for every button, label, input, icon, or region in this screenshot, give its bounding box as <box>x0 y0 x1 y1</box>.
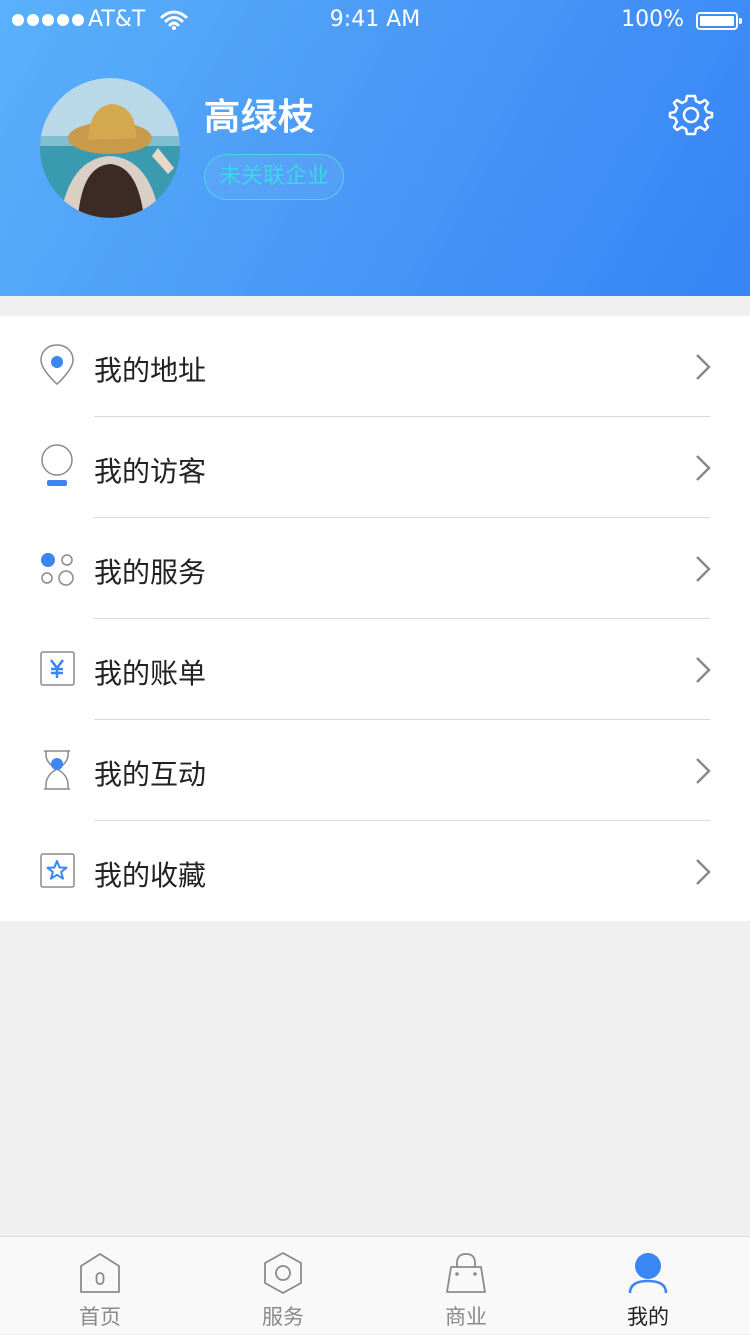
shopping-bag-icon <box>446 1253 486 1293</box>
menu-item-service[interactable]: 我的服务 <box>0 518 750 619</box>
tab-home[interactable]: 首页 <box>38 1237 158 1335</box>
user-icon <box>628 1253 668 1294</box>
menu-item-label: 我的地址 <box>94 354 207 387</box>
menu-item-label: 我的收藏 <box>94 859 207 892</box>
menu-item-label: 我的互动 <box>94 758 207 791</box>
battery-icon <box>696 12 742 30</box>
service-dots-icon <box>41 553 74 586</box>
menu-list: 我的地址 我的访客 我的服务 我的账单 我的互动 我的收藏 <box>0 316 750 921</box>
menu-item-interaction[interactable]: 我的互动 <box>0 720 750 821</box>
chevron-right-icon <box>696 354 711 380</box>
chevron-right-icon <box>696 455 711 481</box>
menu-item-address[interactable]: 我的地址 <box>0 316 750 417</box>
hexagon-icon <box>264 1252 302 1294</box>
status-bar: AT&T 9:41 AM 100% <box>0 0 750 40</box>
menu-item-label: 我的服务 <box>94 556 207 589</box>
location-pin-icon <box>40 344 74 385</box>
yen-bill-icon <box>40 651 75 686</box>
tab-business[interactable]: 商业 <box>404 1237 524 1335</box>
menu-item-visitor[interactable]: 我的访客 <box>0 417 750 518</box>
chevron-right-icon <box>696 859 711 885</box>
chevron-right-icon <box>696 758 711 784</box>
menu-item-label: 我的账单 <box>94 657 207 690</box>
tab-label: 首页 <box>79 1305 121 1329</box>
home-icon <box>80 1253 120 1293</box>
profile-header: AT&T 9:41 AM 100% 高绿枝 未关联企业 <box>0 0 750 296</box>
tab-label: 商业 <box>445 1305 487 1329</box>
tab-label: 服务 <box>262 1305 304 1329</box>
visitor-icon <box>41 444 73 486</box>
battery-percent: 100% <box>621 7 684 32</box>
company-link-badge[interactable]: 未关联企业 <box>204 154 344 200</box>
tab-mine[interactable]: 我的 <box>586 1237 706 1335</box>
avatar[interactable] <box>40 78 180 218</box>
chevron-right-icon <box>696 556 711 582</box>
user-name: 高绿枝 <box>204 97 316 138</box>
hourglass-icon <box>44 750 70 790</box>
settings-gear-icon[interactable] <box>668 92 714 138</box>
star-icon <box>40 853 75 888</box>
menu-item-label: 我的访客 <box>94 455 207 488</box>
bottom-tab-bar: 首页 服务 商业 我的 <box>0 1236 750 1334</box>
chevron-right-icon <box>696 657 711 683</box>
menu-item-favorites[interactable]: 我的收藏 <box>0 821 750 922</box>
tab-service[interactable]: 服务 <box>221 1237 341 1335</box>
tab-label: 我的 <box>627 1305 669 1329</box>
menu-item-bill[interactable]: 我的账单 <box>0 619 750 720</box>
